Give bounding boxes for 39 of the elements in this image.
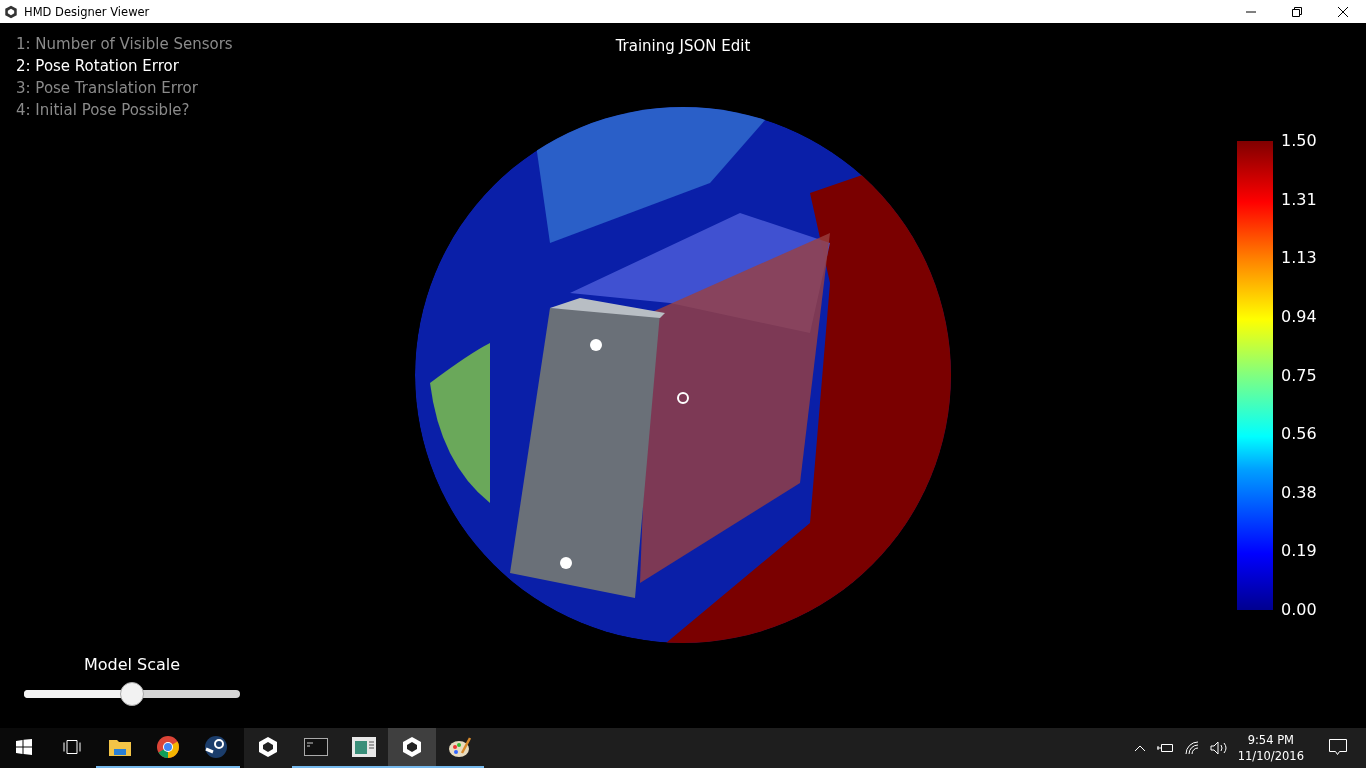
window-icon bbox=[352, 737, 376, 757]
scale-label: 0.00 bbox=[1281, 600, 1317, 620]
scale-label: 0.94 bbox=[1281, 306, 1317, 327]
clock-date[interactable]: 11/10/2016 bbox=[1237, 748, 1304, 764]
heading-text: Training JSON Edit bbox=[615, 37, 751, 55]
scale-label: 1.13 bbox=[1281, 248, 1317, 269]
slider-thumb[interactable] bbox=[120, 682, 144, 706]
scale-label: 1.50 bbox=[1281, 131, 1317, 151]
battery-icon[interactable] bbox=[1155, 742, 1174, 754]
maximize-icon bbox=[1292, 6, 1302, 17]
scale-label: 0.75 bbox=[1281, 365, 1317, 386]
mode-menu-item[interactable]: 3: Pose Translation Error bbox=[16, 79, 233, 97]
window-title: HMD Designer Viewer bbox=[24, 4, 151, 19]
mode-menu-item[interactable]: 1: Number of Visible Sensors bbox=[16, 35, 233, 53]
mode-menu-item[interactable]: 4: Initial Pose Possible? bbox=[16, 101, 233, 119]
slider-label: Model Scale bbox=[83, 655, 181, 674]
scale-label: 0.38 bbox=[1281, 482, 1317, 503]
speaker-icon[interactable] bbox=[1209, 741, 1228, 755]
chrome-icon bbox=[156, 735, 180, 759]
windows-logo-icon bbox=[16, 739, 32, 755]
close-icon bbox=[1338, 6, 1348, 17]
steam-icon bbox=[204, 735, 228, 759]
palette-icon bbox=[448, 735, 472, 759]
mode-menu-item[interactable]: 2: Pose Rotation Error bbox=[16, 57, 233, 75]
unity-icon bbox=[257, 736, 279, 758]
unity-icon bbox=[401, 736, 423, 758]
speech-bubble-icon bbox=[1328, 738, 1348, 756]
unity-logo-icon bbox=[4, 4, 18, 19]
slider-track[interactable] bbox=[24, 682, 240, 706]
wifi-icon[interactable] bbox=[1183, 741, 1200, 755]
scale-label: 0.19 bbox=[1281, 541, 1317, 562]
scale-label: 0.56 bbox=[1281, 424, 1317, 445]
task-view-icon bbox=[62, 739, 82, 755]
scale-label: 1.31 bbox=[1281, 189, 1317, 210]
clock-time[interactable]: 9:54 PM bbox=[1247, 732, 1294, 748]
console-icon bbox=[304, 738, 328, 756]
folder-icon bbox=[108, 737, 132, 757]
taskbar-app-button[interactable] bbox=[388, 728, 436, 768]
chevron-up-icon[interactable] bbox=[1133, 744, 1146, 752]
